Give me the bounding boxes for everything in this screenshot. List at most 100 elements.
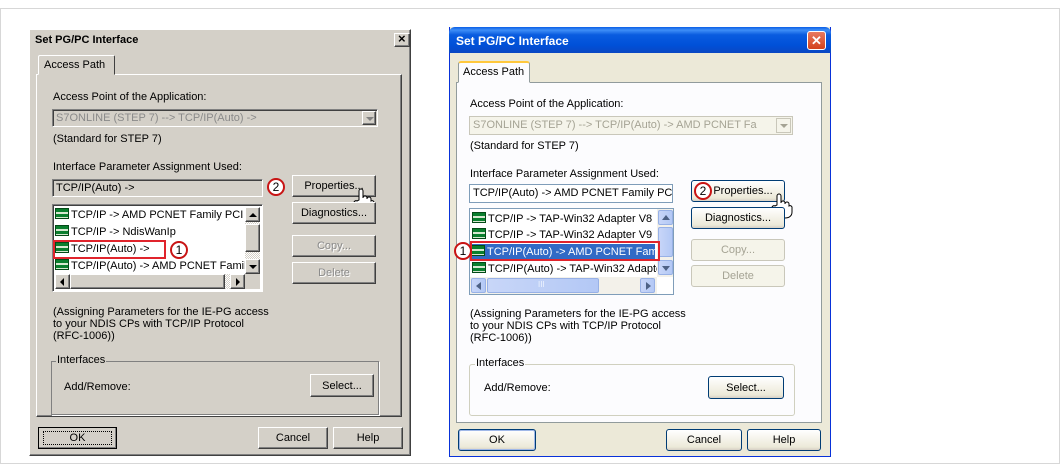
info-text: (Assigning Parameters for the IE-PG acce… [53, 306, 269, 342]
access-point-value: S7ONLINE (STEP 7) --> TCP/IP(Auto) -> [56, 112, 257, 124]
standard-note: (Standard for STEP 7) [53, 133, 162, 145]
interface-param-field[interactable]: TCP/IP(Auto) -> [52, 179, 263, 197]
help-button[interactable]: Help [333, 427, 403, 449]
list-item[interactable]: TCP/IP(Auto) -> TAP-Win32 Adapte [472, 262, 662, 275]
arrow-down-icon [249, 265, 257, 269]
info-text: (Assigning Parameters for the IE-PG acce… [470, 308, 686, 344]
scroll-thumb[interactable] [658, 227, 673, 257]
interface-param-field[interactable]: TCP/IP(Auto) -> AMD PCNET Family PCI [469, 184, 673, 203]
list-item-label: TCP/IP(Auto) -> AMD PCNET Famil [71, 260, 247, 272]
interface-param-label: Interface Parameter Assignment Used: [53, 161, 242, 173]
cancel-button[interactable]: Cancel [666, 429, 742, 451]
title-bar[interactable]: Set PG/PC Interface × [32, 31, 410, 50]
scroll-thumb-h[interactable]: III [487, 278, 599, 293]
arrow-left-icon [476, 282, 481, 290]
list-item-label: TCP/IP(Auto) -> TAP-Win32 Adapte [488, 263, 663, 275]
list-item[interactable]: TCP/IP -> NdisWanIp [55, 225, 176, 238]
scroll-thumb[interactable] [245, 224, 260, 252]
list-item[interactable]: TCP/IP(Auto) -> AMD PCNET Famil [55, 259, 247, 272]
network-adapter-icon [472, 262, 486, 273]
dropdown-button[interactable] [776, 118, 791, 133]
interfaces-group: Interfaces Add/Remove: Select... [51, 354, 379, 415]
interface-param-label: Interface Parameter Assignment Used: [470, 168, 659, 180]
list-item[interactable]: TCP/IP -> TAP-Win32 Adapter V8 [472, 212, 652, 225]
list-item-label: TCP/IP -> AMD PCNET Family PCI [71, 209, 244, 221]
list-item-label: TCP/IP -> TAP-Win32 Adapter V8 [488, 213, 653, 225]
cancel-label: Cancel [686, 434, 722, 446]
ok-button[interactable]: OK [38, 427, 117, 449]
access-point-select[interactable]: S7ONLINE (STEP 7) --> TCP/IP(Auto) -> AM… [469, 116, 793, 135]
list-item[interactable]: TCP/IP -> AMD PCNET Family PCI [55, 208, 243, 221]
chevron-down-icon [780, 124, 788, 128]
scroll-down-button[interactable] [245, 259, 260, 274]
scroll-up-button[interactable] [658, 210, 673, 225]
diagnostics-button[interactable]: Diagnostics... [691, 207, 785, 229]
delete-label: Delete [722, 270, 754, 282]
help-button[interactable]: Help [747, 429, 821, 451]
interfaces-group: Interfaces Add/Remove: Select... [469, 357, 795, 416]
diagnostics-label: Diagnostics... [300, 207, 368, 219]
scroll-corner [245, 274, 260, 289]
horizontal-scrollbar[interactable]: III [470, 277, 657, 294]
scroll-right-button[interactable] [230, 274, 245, 289]
callout-2: 2 [267, 178, 285, 196]
diagnostics-label: Diagnostics... [704, 212, 772, 224]
tab-access-path[interactable]: Access Path [38, 55, 115, 75]
cancel-button[interactable]: Cancel [258, 427, 328, 449]
copy-button[interactable]: Copy... [292, 235, 376, 257]
list-item-label: TCP/IP -> NdisWanIp [71, 226, 176, 238]
selection-highlight-box [53, 240, 166, 259]
network-adapter-icon [472, 212, 486, 223]
add-remove-label: Add/Remove: [64, 381, 131, 393]
tab-access-path[interactable]: Access Path [458, 61, 530, 83]
close-icon: × [398, 31, 406, 46]
help-label: Help [356, 432, 380, 444]
delete-button[interactable]: Delete [292, 262, 376, 284]
arrow-down-icon [662, 266, 670, 271]
tab-label: Access Path [463, 66, 525, 78]
callout-2: 2 [694, 182, 712, 200]
scroll-down-button[interactable] [658, 260, 673, 275]
delete-button[interactable]: Delete [691, 265, 785, 287]
list-item-label: TCP/IP -> TAP-Win32 Adapter V9 [488, 229, 653, 241]
scroll-grip: III [538, 280, 545, 289]
scroll-thumb-h[interactable] [70, 274, 225, 289]
ok-label: OK [489, 434, 505, 446]
copy-button[interactable]: Copy... [691, 239, 785, 261]
set-pgpc-dialog-xp: Set PG/PC Interface ✕ Access Path Access… [449, 27, 831, 457]
add-remove-label: Add/Remove: [484, 382, 551, 394]
select-button[interactable]: Select... [310, 374, 374, 397]
horizontal-scrollbar[interactable] [55, 274, 245, 289]
dropdown-button[interactable] [362, 111, 376, 125]
access-point-select[interactable]: S7ONLINE (STEP 7) --> TCP/IP(Auto) -> [52, 109, 378, 127]
interface-param-value: TCP/IP(Auto) -> AMD PCNET Family PCI [473, 187, 673, 199]
focus-rectangle [43, 431, 112, 445]
scroll-left-button[interactable] [55, 274, 70, 289]
close-icon: ✕ [811, 33, 822, 48]
tab-label: Access Path [44, 59, 106, 71]
ok-button[interactable]: OK [458, 429, 536, 451]
cancel-label: Cancel [275, 432, 311, 444]
access-point-label: Access Point of the Application: [470, 98, 624, 110]
window-title: Set PG/PC Interface [35, 34, 139, 46]
close-button[interactable]: × [394, 31, 410, 47]
select-label: Select... [726, 382, 766, 394]
scroll-up-button[interactable] [245, 207, 260, 222]
arrow-up-icon [662, 215, 670, 220]
vertical-scrollbar[interactable] [245, 207, 260, 274]
close-button[interactable]: ✕ [807, 31, 826, 50]
standard-note: (Standard for STEP 7) [470, 140, 579, 152]
delete-label: Delete [318, 267, 350, 279]
arrow-right-icon [646, 282, 651, 290]
diagnostics-button[interactable]: Diagnostics... [292, 202, 376, 224]
scroll-right-button[interactable] [640, 278, 655, 293]
select-label: Select... [322, 380, 362, 392]
scroll-left-button[interactable] [471, 278, 486, 293]
set-pgpc-dialog-classic: Set PG/PC Interface × Access Path Access… [29, 29, 411, 456]
title-bar[interactable]: Set PG/PC Interface ✕ [449, 27, 831, 53]
select-button[interactable]: Select... [708, 376, 784, 399]
access-point-label: Access Point of the Application: [53, 91, 207, 103]
window-title: Set PG/PC Interface [456, 34, 569, 48]
selection-highlight-box [470, 241, 660, 261]
list-item[interactable]: TCP/IP -> TAP-Win32 Adapter V9 [472, 228, 652, 241]
